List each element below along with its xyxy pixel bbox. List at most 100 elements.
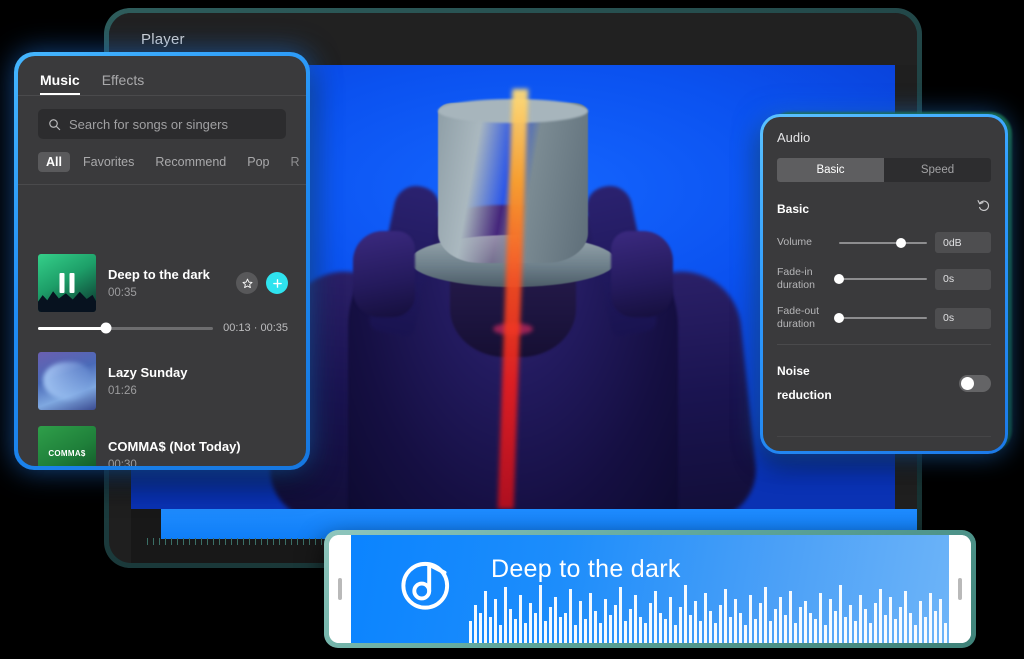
waveform-bar [639, 617, 642, 643]
waveform-bar [789, 591, 792, 643]
genre-filter-bar: All Favorites Recommend Pop R [18, 139, 306, 173]
tab-music[interactable]: Music [40, 72, 80, 95]
waveform-bar [559, 617, 562, 643]
noise-reduction-toggle[interactable] [959, 374, 991, 392]
tab-effects[interactable]: Effects [102, 72, 145, 95]
waveform-bar [679, 607, 682, 643]
waveform-bar [494, 599, 497, 643]
figure-hand-left [353, 231, 415, 317]
fade-in-slider-handle[interactable] [834, 274, 844, 284]
song-progress-slider[interactable] [38, 322, 214, 334]
timeline-tick [207, 537, 208, 545]
fade-in-value[interactable]: 0s [935, 268, 991, 290]
music-panel: Music Effects Search for songs or singer… [14, 52, 310, 470]
timeline-tick [249, 537, 250, 545]
waveform-bar [719, 605, 722, 643]
volume-slider-handle[interactable] [895, 237, 906, 248]
fade-out-slider-handle[interactable] [834, 313, 844, 323]
waveform-bar [614, 605, 617, 643]
waveform-clip[interactable]: Deep to the dark [351, 535, 971, 643]
waveform-bar [564, 613, 567, 643]
waveform-bar [734, 599, 737, 643]
waveform-bar [699, 621, 702, 643]
waveform-bar [829, 599, 832, 643]
filter-chip-favorites[interactable]: Favorites [75, 152, 142, 172]
filters-divider [18, 184, 306, 185]
filter-chip-pop[interactable]: Pop [239, 152, 277, 172]
volume-slider-track [839, 241, 927, 244]
waveform-bar [754, 619, 757, 643]
waveform-bar [589, 593, 592, 643]
song-title: Lazy Sunday [108, 365, 188, 380]
waveform-bar [624, 621, 627, 643]
audio-panel-title: Audio [777, 130, 811, 145]
timeline-tick [183, 537, 184, 545]
album-art-text: COMMA$ [48, 449, 86, 459]
list-item[interactable]: Deep to the dark 00:35 [18, 246, 306, 320]
waveform-bar [879, 589, 882, 643]
waveform-bar [709, 611, 712, 643]
waveform-bar [874, 603, 877, 643]
fade-out-value[interactable]: 0s [935, 307, 991, 329]
favorite-button[interactable] [236, 272, 258, 294]
waveform-bar [549, 607, 552, 643]
timeline-tick [147, 537, 148, 545]
waveform-bar [554, 597, 557, 643]
waveform-bar [664, 619, 667, 643]
timecode-current: 00:00:07:02 [149, 561, 222, 563]
filter-chip-recommend[interactable]: Recommend [147, 152, 234, 172]
song-progress-row[interactable]: 00:13 · 00:35 [18, 320, 306, 344]
reset-button[interactable] [977, 199, 991, 218]
waveform-bar [599, 623, 602, 643]
tab-speed[interactable]: Speed [884, 158, 991, 182]
timeline-tick [291, 537, 292, 545]
filter-chip-overflow[interactable]: R [283, 152, 299, 172]
song-actions [236, 272, 288, 294]
waveform-bar [869, 623, 872, 643]
waveform-bar [914, 625, 917, 643]
waveform-bar [849, 605, 852, 643]
tab-basic[interactable]: Basic [777, 158, 884, 182]
volume-label: Volume [777, 236, 813, 248]
volume-value[interactable]: 0dB [935, 232, 991, 253]
song-meta: COMMA$ (Not Today) 00:30 [108, 439, 288, 466]
waveform-bar [644, 623, 647, 643]
volume-slider[interactable] [839, 236, 927, 250]
screenshot-root: Player Music Effects Search for songs or… [0, 0, 1024, 659]
waveform-bar [889, 597, 892, 643]
timeline-tick [171, 537, 172, 545]
waveform-bar [844, 617, 847, 643]
pause-icon[interactable] [59, 273, 75, 293]
waveform-bar [579, 601, 582, 643]
song-duration: 00:30 [108, 459, 137, 466]
figure-hand-right [611, 231, 673, 317]
timecode-separator: / [222, 561, 234, 563]
timeline-tick [273, 537, 274, 545]
music-panel-body: Music Effects Search for songs or singer… [18, 56, 306, 466]
waveform-bar [519, 595, 522, 643]
filter-chip-all[interactable]: All [38, 152, 70, 172]
waveform-bar [479, 613, 482, 643]
clip-left-handle[interactable] [329, 535, 351, 643]
list-item[interactable]: COMMA$ COMMA$ (Not Today) 00:30 [18, 418, 306, 466]
add-to-timeline-button[interactable] [266, 272, 288, 294]
song-duration: 00:35 [108, 287, 137, 299]
fade-in-slider[interactable] [834, 272, 927, 286]
timeline-tick [213, 537, 214, 545]
song-list[interactable]: Deep to the dark 00:35 00:13 · 00:35 Laz… [18, 246, 306, 466]
waveform-bar [514, 619, 517, 643]
waveform-bar [744, 625, 747, 643]
fade-out-slider[interactable] [834, 311, 927, 325]
waveform-panel: Deep to the dark [324, 530, 976, 648]
song-progress-handle[interactable] [100, 322, 112, 334]
list-item[interactable]: Lazy Sunday 01:26 [18, 344, 306, 418]
clip-right-handle[interactable] [949, 535, 971, 643]
timeline-tick [297, 537, 298, 545]
waveform-bar [909, 613, 912, 643]
waveform-bar [864, 609, 867, 643]
search-input[interactable]: Search for songs or singers [38, 109, 286, 139]
fade-in-label-line2: duration [777, 279, 815, 291]
timeline-tick [231, 537, 232, 545]
fade-in-label: Fade-in duration [777, 266, 831, 292]
noise-reduction-label: Noise reduction [777, 359, 832, 407]
